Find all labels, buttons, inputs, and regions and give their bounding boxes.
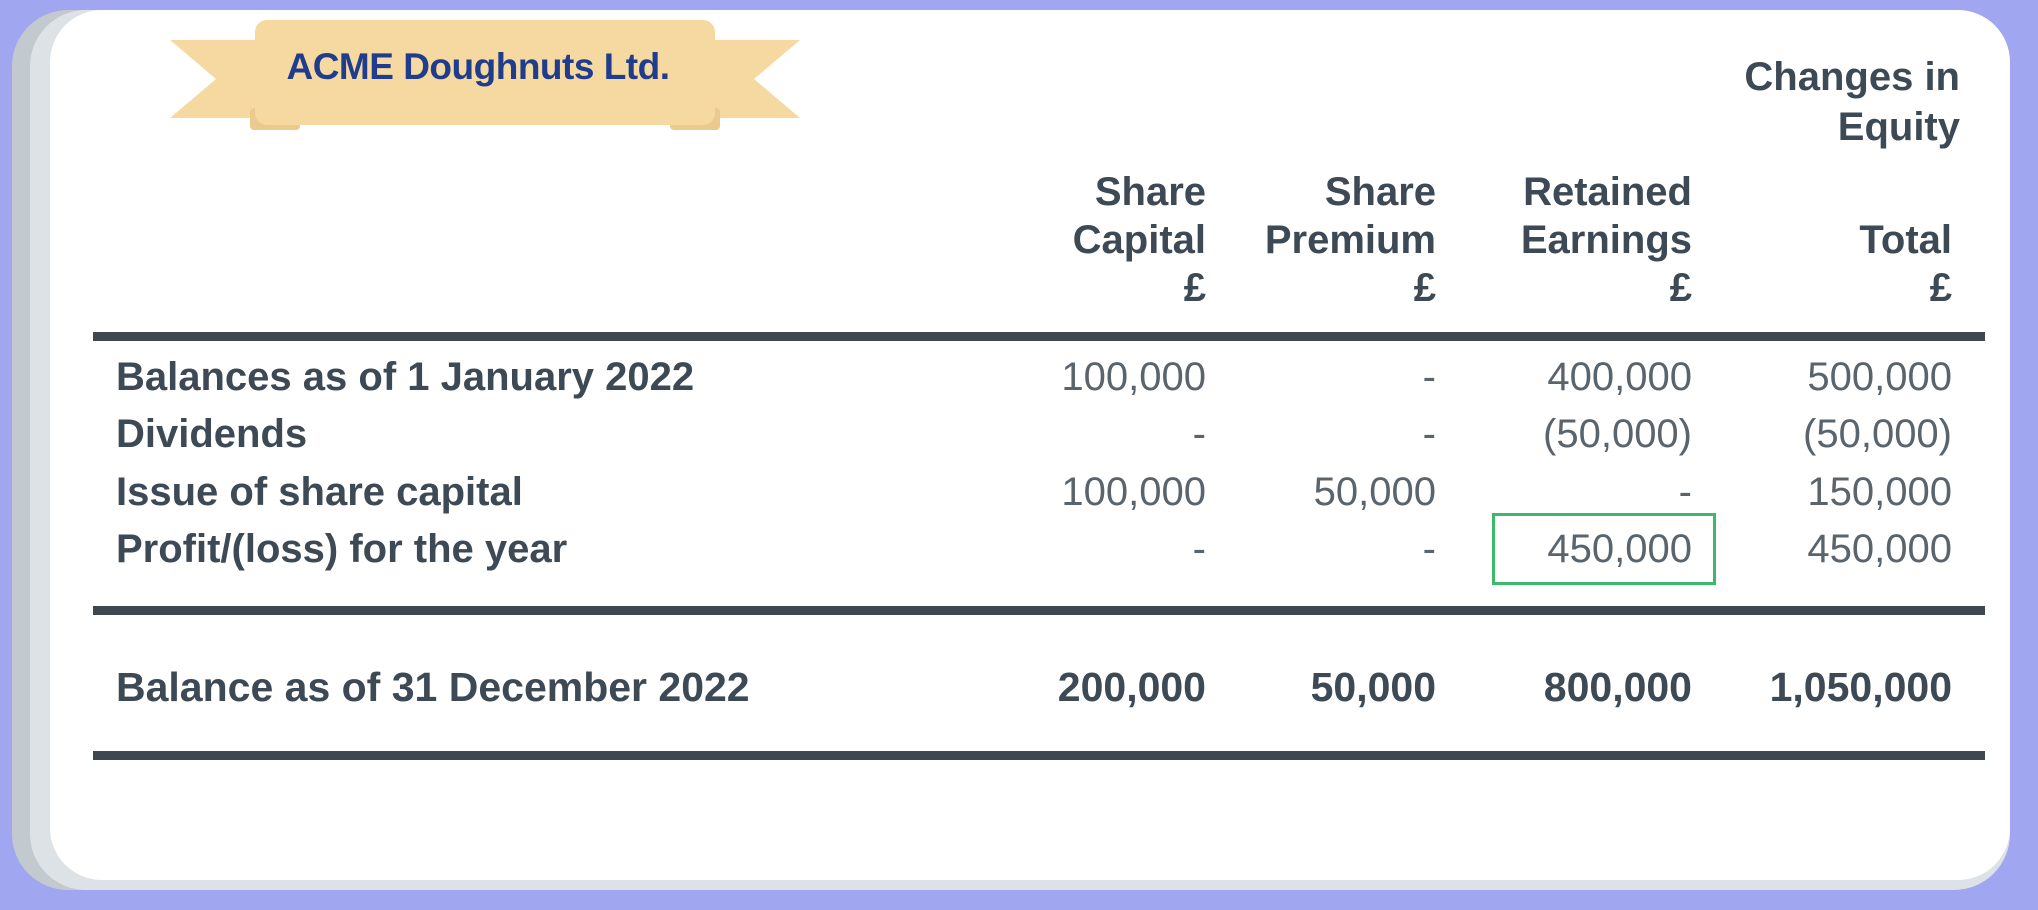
total-cell: 200,000	[1057, 664, 1206, 710]
table-cell: 100,000	[1061, 470, 1206, 514]
table-cell: 50,000	[1313, 470, 1436, 514]
row-label-opening-balance: Balances as of 1 January 2022	[116, 355, 695, 399]
table-cell: (50,000)	[1803, 412, 1952, 456]
row-label-profit: Profit/(loss) for the year	[116, 527, 568, 571]
bottom-divider	[93, 751, 1985, 760]
subtotal-divider	[93, 606, 1985, 615]
company-banner: ACME Doughnuts Ltd.	[170, 18, 800, 143]
report-title: Changes in Equity	[1744, 55, 1960, 149]
highlight-box	[1492, 513, 1716, 585]
table-cell: 500,000	[1807, 355, 1952, 399]
table-cell: -	[1192, 412, 1206, 456]
total-cell: 800,000	[1543, 664, 1692, 710]
total-cell: 50,000	[1310, 664, 1436, 710]
header-total: Total £	[1859, 218, 1952, 310]
row-label-closing-balance: Balance as of 31 December 2022	[116, 664, 750, 710]
table-cell: (50,000)	[1543, 412, 1692, 456]
row-label-share-issue: Issue of share capital	[116, 470, 523, 514]
header-share-premium: Share Premium £	[1264, 170, 1436, 310]
table-cell: 450,000	[1807, 527, 1952, 571]
table-cell: -	[1422, 527, 1436, 571]
company-name: ACME Doughnuts Ltd.	[286, 46, 670, 87]
table-cell: 150,000	[1807, 470, 1952, 514]
total-cell: 1,050,000	[1769, 664, 1952, 710]
table-cell: -	[1678, 470, 1692, 514]
table-cell: 400,000	[1547, 355, 1692, 399]
header-divider	[93, 332, 1985, 341]
table-cell: 100,000	[1061, 355, 1206, 399]
table-cell: -	[1422, 355, 1436, 399]
header-retained-earnings: Retained Earnings £	[1520, 170, 1692, 310]
header-share-capital: Share Capital £	[1072, 170, 1206, 310]
row-label-dividends: Dividends	[116, 412, 308, 456]
table-cell: -	[1192, 527, 1206, 571]
table-cell: -	[1422, 412, 1436, 456]
